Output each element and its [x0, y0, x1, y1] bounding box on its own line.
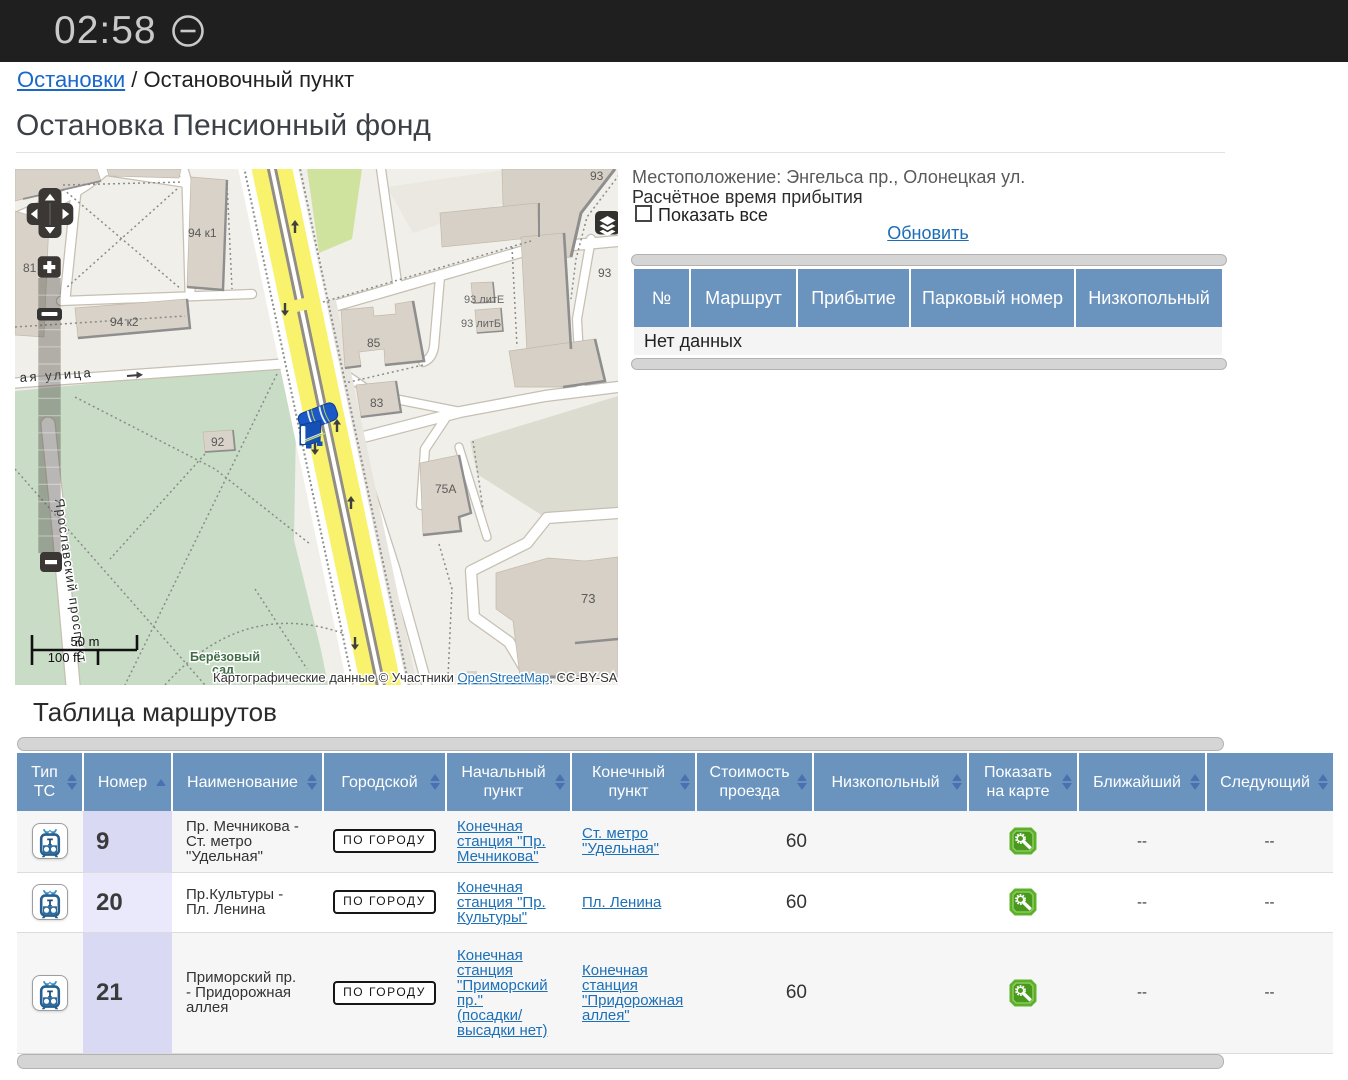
svg-text:85: 85 — [367, 336, 381, 350]
svg-text:73: 73 — [581, 591, 595, 606]
svg-text:100 ft: 100 ft — [48, 650, 81, 665]
svg-text:94 к2: 94 к2 — [110, 315, 139, 329]
svg-text:Берёзовый: Берёзовый — [190, 650, 260, 664]
svg-text:81: 81 — [23, 261, 37, 275]
svg-text:92: 92 — [211, 435, 225, 449]
svg-text:75А: 75А — [435, 482, 456, 496]
svg-text:94 к1: 94 к1 — [188, 226, 217, 240]
svg-text:93: 93 — [598, 266, 612, 280]
svg-text:93 литБ: 93 литБ — [461, 318, 501, 330]
svg-text:93 литЕ: 93 литЕ — [464, 294, 504, 306]
svg-text:50 m: 50 m — [71, 634, 100, 649]
svg-text:Картографические данные © Учас: Картографические данные © Участники Open… — [213, 670, 618, 685]
svg-text:93: 93 — [590, 169, 604, 183]
svg-text:83: 83 — [370, 396, 384, 410]
